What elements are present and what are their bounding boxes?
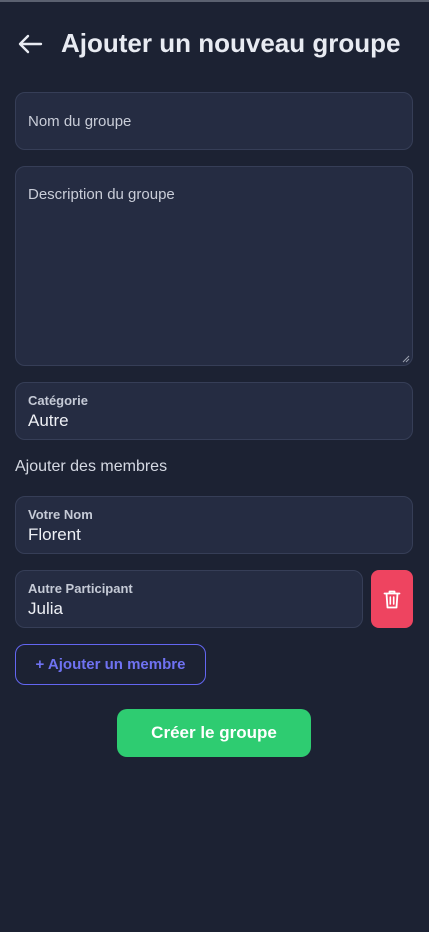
resize-grip-icon[interactable] — [402, 355, 410, 363]
group-description-field[interactable] — [15, 166, 413, 366]
group-name-field[interactable] — [15, 92, 413, 150]
category-select[interactable]: Catégorie Autre — [15, 382, 413, 440]
other-participant-value: Julia — [28, 599, 63, 618]
your-name-value: Florent — [28, 525, 81, 544]
create-group-button[interactable]: Créer le groupe — [117, 709, 311, 757]
delete-member-button[interactable] — [371, 570, 413, 628]
other-participant-field[interactable]: Autre Participant Julia — [15, 570, 363, 628]
your-name-field[interactable]: Votre Nom Florent — [15, 496, 413, 554]
your-name-label: Votre Nom — [28, 507, 93, 522]
arrow-left-icon — [18, 34, 43, 54]
category-value: Autre — [28, 411, 69, 430]
category-label: Catégorie — [28, 393, 88, 408]
back-button[interactable] — [16, 30, 44, 58]
page-header: Ajouter un nouveau groupe — [0, 24, 429, 64]
group-description-input[interactable] — [16, 167, 412, 365]
other-participant-label: Autre Participant — [28, 581, 133, 596]
members-section-label: Ajouter des membres — [15, 458, 168, 475]
trash-icon — [383, 590, 401, 609]
group-name-input[interactable] — [16, 93, 412, 149]
add-member-button[interactable]: + Ajouter un membre — [15, 644, 206, 685]
page-title: Ajouter un nouveau groupe — [61, 28, 401, 58]
top-divider — [0, 0, 429, 2]
